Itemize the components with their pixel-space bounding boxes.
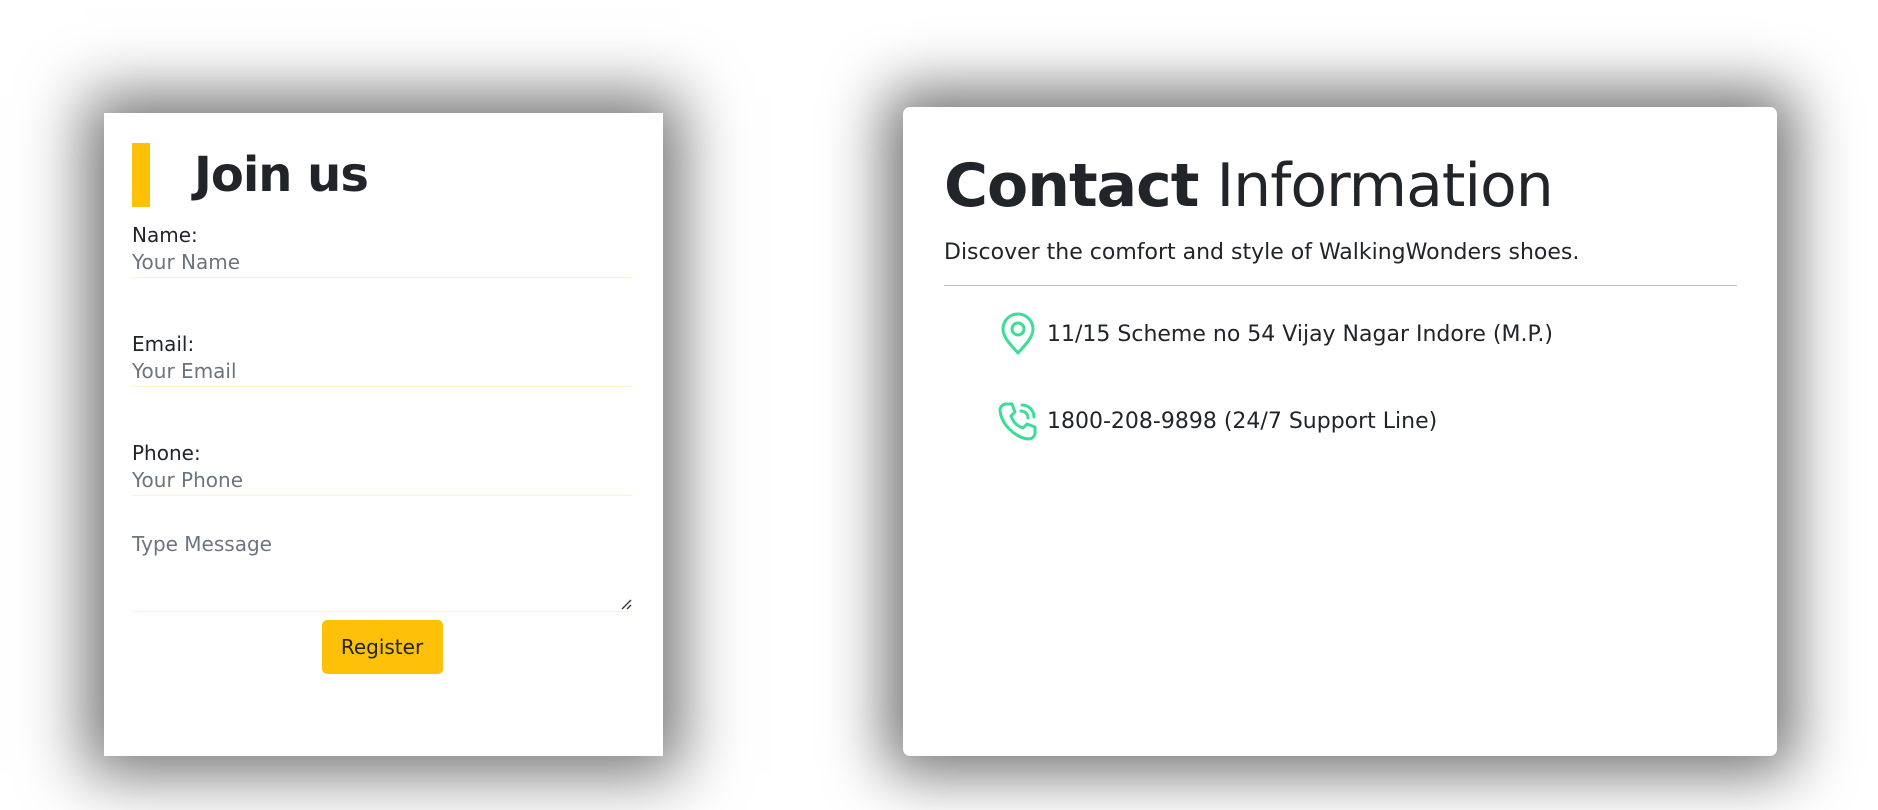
contact-subtitle: Discover the comfort and style of Walkin… <box>944 240 1580 265</box>
phone-item: 1800-208-9898 (24/7 Support Line) <box>996 399 1737 443</box>
email-label: Email: <box>132 332 195 356</box>
join-us-form: Name: Email: Phone: Register <box>132 222 632 674</box>
join-us-card: Join us Name: Email: Phone: Register <box>104 113 663 756</box>
accent-bar <box>132 143 150 207</box>
phone-icon <box>996 399 1040 443</box>
email-field[interactable] <box>132 357 632 387</box>
register-button[interactable]: Register <box>321 620 443 674</box>
address-text: 11/15 Scheme no 54 Vijay Nagar Indore (M… <box>1047 321 1553 347</box>
join-us-title: Join us <box>194 147 369 203</box>
message-field[interactable] <box>132 528 632 612</box>
phone-label: Phone: <box>132 441 201 465</box>
contact-title: Contact Information <box>944 156 1737 216</box>
page: Join us Name: Email: Phone: Register Con… <box>0 0 1878 810</box>
phone-field[interactable] <box>132 466 632 496</box>
name-label: Name: <box>132 223 198 247</box>
button-row: Register <box>132 620 632 674</box>
contact-info-list: 11/15 Scheme no 54 Vijay Nagar Indore (M… <box>944 312 1737 443</box>
divider <box>944 285 1737 286</box>
phone-text: 1800-208-9898 (24/7 Support Line) <box>1047 408 1438 434</box>
message-wrapper <box>132 528 632 612</box>
address-item: 11/15 Scheme no 54 Vijay Nagar Indore (M… <box>996 312 1737 356</box>
join-us-header: Join us <box>132 142 632 208</box>
name-field[interactable] <box>132 248 632 278</box>
resize-handle-icon[interactable] <box>620 598 632 610</box>
contact-info-card: Contact Information Discover the comfort… <box>903 107 1777 756</box>
contact-title-rest: Information <box>1216 151 1553 221</box>
location-pin-icon <box>996 312 1040 356</box>
contact-title-bold: Contact <box>944 151 1199 221</box>
